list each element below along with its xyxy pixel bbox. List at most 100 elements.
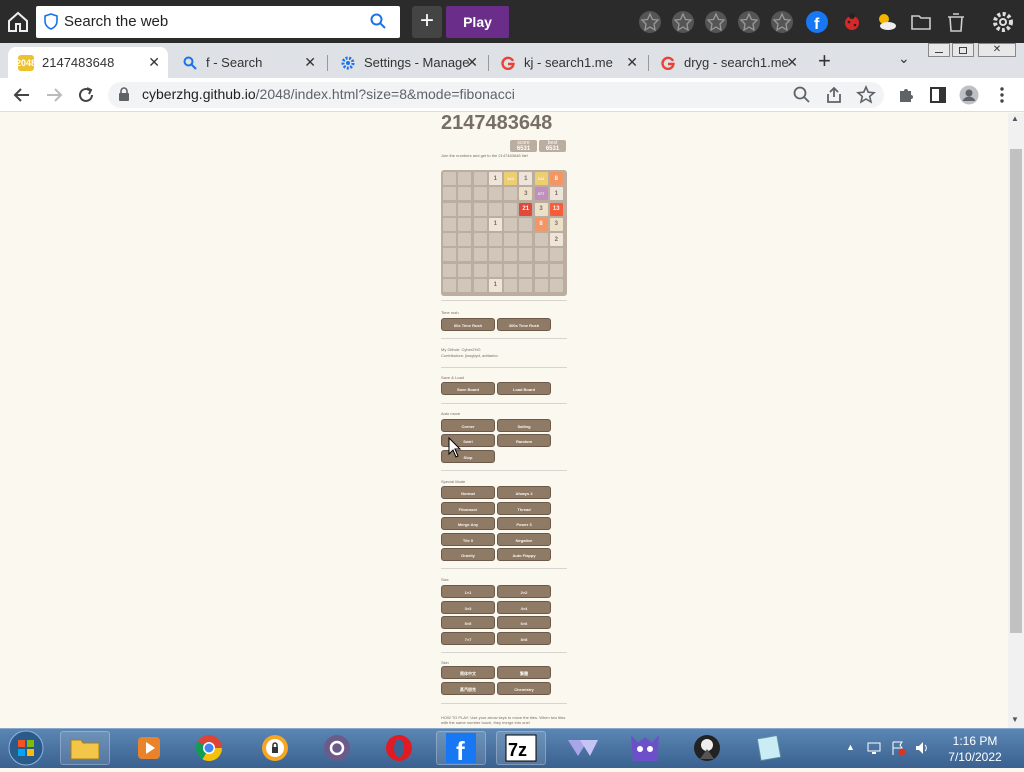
weather-icon[interactable] <box>874 10 898 34</box>
tab-kj-search1[interactable]: kj - search1.me ✕ <box>490 47 646 78</box>
flag-alert-icon[interactable] <box>890 740 906 756</box>
auto-random-button[interactable]: Random <box>497 434 551 447</box>
star-bookmark-icon[interactable] <box>737 10 761 34</box>
address-bar[interactable]: cyberzhg.github.io/2048/index.html?size=… <box>108 82 884 108</box>
scroll-down-arrow-icon[interactable]: ▼ <box>1011 715 1019 724</box>
close-icon[interactable]: ✕ <box>786 54 798 71</box>
gear-icon[interactable] <box>991 10 1015 34</box>
web-search-box[interactable]: Search the web <box>36 6 400 38</box>
play-button[interactable]: Play <box>446 6 509 38</box>
search-icon[interactable] <box>370 13 386 34</box>
bookmark-star-icon[interactable] <box>856 85 876 105</box>
size-8x8-button[interactable]: 8×8 <box>497 631 551 645</box>
search-input[interactable]: Search the web <box>64 13 168 30</box>
extensions-puzzle-icon[interactable] <box>896 85 916 105</box>
time-rush-60-button[interactable]: 60s Time Rush <box>441 318 495 331</box>
time-rush-300-button[interactable]: 300s Time Rush <box>497 318 551 331</box>
tab-dryg-search1[interactable]: dryg - search1.me ✕ <box>650 47 806 78</box>
star-bookmark-icon[interactable] <box>638 10 662 34</box>
folder-icon[interactable] <box>909 10 933 34</box>
mode-thread-button[interactable]: Thread <box>497 501 551 515</box>
trash-icon[interactable] <box>944 10 968 34</box>
skin-chemistry-button[interactable]: Chemistry <box>497 682 551 695</box>
notepad-icon[interactable] <box>744 731 794 765</box>
game-board[interactable]: 1 144 1 144 8 3 377 1 21 3 13 1 8 3 2 1 <box>441 170 567 296</box>
mode-merge-any-button[interactable]: Merge Any <box>441 517 495 530</box>
scroll-up-arrow-icon[interactable]: ▲ <box>1011 114 1019 123</box>
back-icon[interactable] <box>12 85 32 105</box>
size-5x5-button[interactable]: 5×5 <box>441 616 495 629</box>
opera-icon[interactable] <box>374 731 424 765</box>
contributors-line[interactable]: Contributors: jlongbyd, adrianbo <box>441 353 498 358</box>
star-bookmark-icon[interactable] <box>770 10 794 34</box>
mode-always-2-button[interactable]: Always 2 <box>497 486 551 499</box>
new-tab-plus-button[interactable]: + <box>412 6 442 38</box>
restore-button[interactable] <box>952 43 974 57</box>
mode-normal-button[interactable]: Normal <box>441 486 495 499</box>
tab-2048[interactable]: 2048 2147483648 ✕ <box>8 47 168 78</box>
file-explorer-icon[interactable] <box>60 731 110 765</box>
close-icon[interactable]: ✕ <box>304 54 316 71</box>
start-button[interactable] <box>6 729 46 767</box>
mode-power-3-button[interactable]: Power 3 <box>497 517 551 530</box>
skin-steampunk-button[interactable]: 蒸汽朋克 <box>441 682 495 695</box>
close-icon[interactable]: ✕ <box>466 54 478 71</box>
tab-settings[interactable]: Settings - Manage ✕ <box>330 47 486 78</box>
zoom-magnifier-icon[interactable] <box>792 85 812 105</box>
side-panel-icon[interactable] <box>928 85 948 105</box>
skin-traditional-button[interactable]: 繁體 <box>497 666 551 679</box>
size-6x6-button[interactable]: 6×6 <box>497 616 551 629</box>
minimize-button[interactable] <box>928 43 950 57</box>
profile-avatar-icon[interactable] <box>959 85 979 105</box>
load-board-button[interactable]: Load Board <box>497 382 551 395</box>
vpn-lock-icon[interactable] <box>250 731 300 765</box>
size-3x3-button[interactable]: 3×3 <box>441 600 495 614</box>
auto-corner-button[interactable]: Corner <box>441 419 495 432</box>
url-text[interactable]: cyberzhg.github.io/2048/index.html?size=… <box>142 86 515 102</box>
mode-tile-0-button[interactable]: Tile 0 <box>441 532 495 546</box>
mode-auto-flappy-button[interactable]: Auto Flappy <box>497 548 551 561</box>
time-rush-label: Time rush <box>441 310 459 315</box>
size-4x4-button[interactable]: 4×4 <box>497 600 551 614</box>
size-1x1-button[interactable]: 1×1 <box>441 585 495 598</box>
mode-fibonacci-button[interactable]: Fibonacci <box>441 501 495 515</box>
window-close-button[interactable]: ✕ <box>978 43 1016 57</box>
network-icon[interactable] <box>866 740 882 756</box>
tray-expand-icon[interactable]: ▲ <box>846 742 855 752</box>
media-player-icon[interactable] <box>124 731 174 765</box>
tab-f-search[interactable]: f - Search ✕ <box>172 47 324 78</box>
system-clock[interactable]: 1:16 PM 7/10/2022 <box>940 733 1010 765</box>
skin-simplified-chinese-button[interactable]: 简体中文 <box>441 666 495 679</box>
kebab-menu-icon[interactable] <box>992 85 1012 105</box>
star-bookmark-icon[interactable] <box>671 10 695 34</box>
new-tab-button[interactable]: + <box>818 48 831 74</box>
close-icon[interactable]: ✕ <box>148 54 160 71</box>
size-2x2-button[interactable]: 2×2 <box>497 585 551 598</box>
7zip-icon[interactable]: 7z <box>496 731 546 765</box>
triangles-app-icon[interactable] <box>558 731 608 765</box>
scrollbar-thumb[interactable] <box>1010 149 1022 633</box>
tor-mask-icon[interactable] <box>682 731 732 765</box>
lock-icon[interactable] <box>118 87 130 107</box>
mode-gravity-button[interactable]: Gravity <box>441 548 495 561</box>
home-icon[interactable] <box>6 10 30 34</box>
share-icon[interactable] <box>824 85 844 105</box>
at-sign-app-icon[interactable] <box>312 731 362 765</box>
mode-negative-button[interactable]: Negative <box>497 532 551 546</box>
grid-cell <box>443 278 456 292</box>
save-board-button[interactable]: Save Board <box>441 382 495 395</box>
reload-icon[interactable] <box>76 85 96 105</box>
facebook-icon[interactable]: f <box>805 10 829 34</box>
size-7x7-button[interactable]: 7×7 <box>441 631 495 645</box>
ladybug-icon[interactable] <box>840 10 864 34</box>
volume-icon[interactable] <box>914 740 930 756</box>
auto-sailing-button[interactable]: Sailing <box>497 419 551 432</box>
forward-icon[interactable] <box>44 85 64 105</box>
mascot-app-icon[interactable] <box>620 731 670 765</box>
star-bookmark-icon[interactable] <box>704 10 728 34</box>
chrome-icon[interactable] <box>184 731 234 765</box>
tab-list-chevron-icon[interactable]: ⌄ <box>898 50 910 67</box>
close-icon[interactable]: ✕ <box>626 54 638 71</box>
github-line[interactable]: My Github: CyberZHG <box>441 347 481 352</box>
facebook-app-icon[interactable]: f <box>436 731 486 765</box>
